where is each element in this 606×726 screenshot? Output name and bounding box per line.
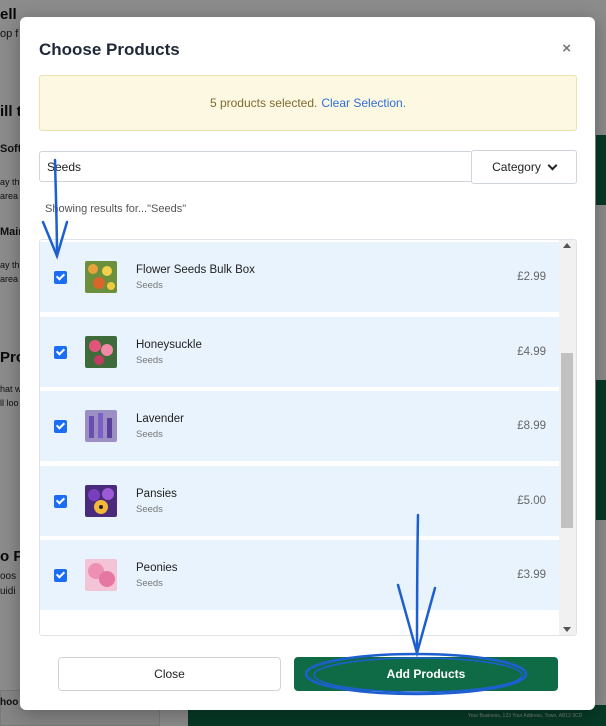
product-category: Seeds — [136, 578, 163, 589]
product-price: £4.99 — [517, 346, 546, 358]
product-thumbnail — [85, 261, 117, 293]
list-scrollbar[interactable] — [559, 240, 576, 635]
product-category: Seeds — [136, 355, 163, 366]
scroll-thumb[interactable] — [561, 353, 573, 528]
modal-title: Choose Products — [39, 40, 180, 59]
product-price: £2.99 — [517, 271, 546, 283]
product-thumbnail — [85, 485, 117, 517]
chevron-down-icon — [547, 160, 558, 170]
product-name: Pansies — [136, 488, 177, 500]
selection-notice: 5 products selected. Clear Selection. — [39, 75, 577, 131]
product-price: £5.00 — [517, 495, 546, 507]
category-dropdown[interactable]: Category — [471, 150, 577, 184]
scroll-up-icon[interactable] — [563, 243, 571, 248]
product-price: £8.99 — [517, 420, 546, 432]
product-checkbox[interactable] — [54, 345, 67, 359]
scroll-down-icon[interactable] — [563, 627, 571, 632]
clear-selection-link[interactable]: Clear Selection. — [321, 96, 406, 110]
close-button[interactable]: Close — [58, 657, 281, 691]
choose-products-modal: Choose Products × 5 products selected. C… — [20, 17, 595, 710]
product-thumbnail — [85, 559, 117, 591]
product-row[interactable]: Pansies Seeds £5.00 — [40, 466, 559, 536]
category-label: Category — [492, 160, 541, 174]
add-products-button[interactable]: Add Products — [294, 657, 558, 691]
product-checkbox[interactable] — [54, 568, 67, 582]
product-checkbox[interactable] — [54, 494, 67, 508]
product-row[interactable]: Honeysuckle Seeds £4.99 — [40, 317, 559, 387]
product-row[interactable]: Peonies Seeds £3.99 — [40, 540, 559, 610]
product-thumbnail — [85, 336, 117, 368]
product-checkbox[interactable] — [54, 419, 67, 433]
product-category: Seeds — [136, 280, 163, 291]
product-row-partial[interactable] — [40, 615, 559, 635]
product-row[interactable]: Lavender Seeds £8.99 — [40, 391, 559, 461]
product-category: Seeds — [136, 429, 163, 440]
product-name: Honeysuckle — [136, 339, 202, 351]
close-icon[interactable]: × — [562, 40, 571, 57]
product-thumbnail — [85, 410, 117, 442]
product-row[interactable]: Flower Seeds Bulk Box Seeds £2.99 — [40, 242, 559, 312]
product-list-viewport: Flower Seeds Bulk Box Seeds £2.99 Honeys… — [40, 240, 559, 635]
product-checkbox[interactable] — [54, 270, 67, 284]
product-category: Seeds — [136, 504, 163, 515]
search-input[interactable] — [39, 151, 471, 182]
product-name: Flower Seeds Bulk Box — [136, 264, 255, 276]
product-list[interactable]: Flower Seeds Bulk Box Seeds £2.99 Honeys… — [39, 239, 577, 636]
product-name: Peonies — [136, 562, 178, 574]
product-price: £3.99 — [517, 569, 546, 581]
search-row: Category — [39, 150, 577, 185]
product-name: Lavender — [136, 413, 184, 425]
results-label: Showing results for..."Seeds" — [45, 203, 187, 215]
selection-count-text: 5 products selected. — [209, 96, 318, 110]
